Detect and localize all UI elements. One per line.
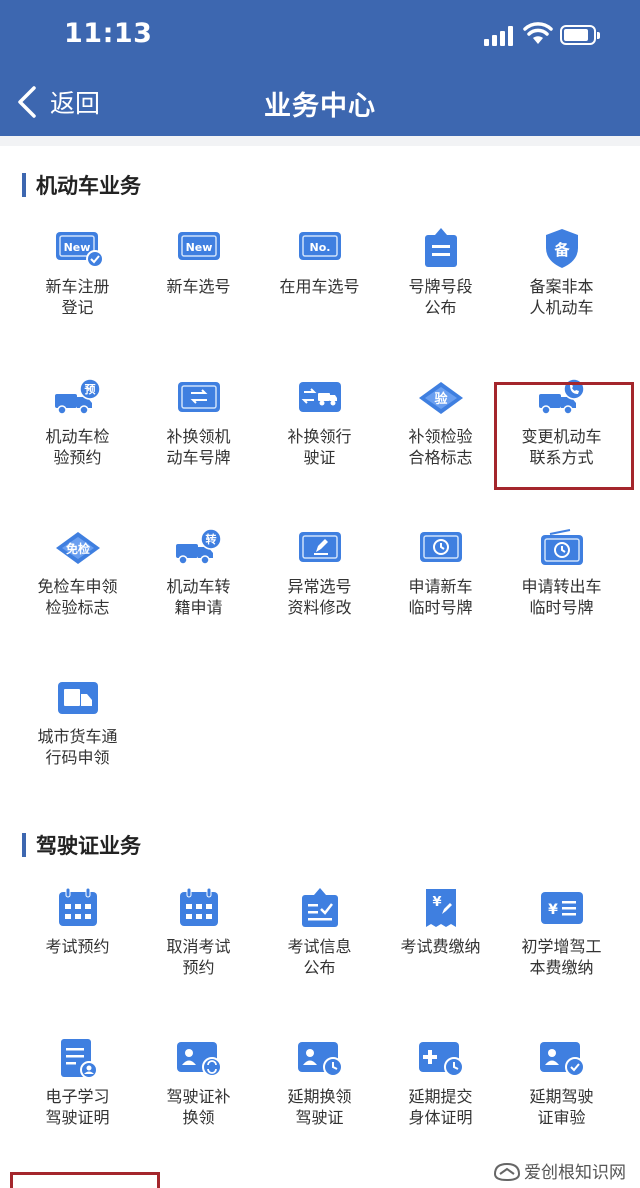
svg-text:New: New	[185, 241, 212, 254]
wifi-icon	[523, 22, 553, 44]
service-new-car-plate-selection[interactable]: New 新车选号	[138, 226, 259, 297]
truck-reservation-icon: 预	[54, 378, 101, 415]
id-card-clock-icon	[297, 1042, 343, 1077]
service-replace-vehicle-plate[interactable]: 补换领机 动车号牌	[138, 376, 259, 468]
service-exam-info-announcement[interactable]: 考试信息 公布	[259, 886, 380, 978]
service-abnormal-plate-edit[interactable]: 异常选号 资料修改	[259, 526, 380, 618]
watermark: 爱创根知识网	[493, 1158, 626, 1183]
highlight-box	[494, 382, 634, 490]
service-plate-segment-announcement[interactable]: 号牌号段 公布	[380, 226, 501, 318]
calendar-cancel-icon	[179, 887, 218, 926]
service-new-car-registration[interactable]: New 新车注册 登记	[17, 226, 138, 318]
svg-text:New: New	[63, 241, 90, 254]
medical-clock-icon	[418, 1042, 464, 1077]
watermark-logo-icon	[493, 1162, 521, 1181]
service-vehicle-transfer[interactable]: 转 机动车转 籍申请	[138, 526, 259, 618]
section-title-vehicle: 机动车业务	[22, 170, 141, 200]
service-e-learning-certificate[interactable]: 电子学习 驾驶证明	[17, 1036, 138, 1128]
svg-text:预: 预	[84, 382, 95, 396]
section-title-license: 驾驶证业务	[22, 830, 141, 860]
service-delay-license-review[interactable]: 延期驾驶 证审验	[501, 1036, 622, 1128]
divider	[0, 136, 640, 146]
service-delay-license-renewal[interactable]: 延期换领 驾驶证	[259, 1036, 380, 1128]
plate-exchange-icon	[177, 382, 220, 412]
announcement-board-icon	[424, 228, 457, 267]
service-learner-fee-payment[interactable]: ¥ 初学增驾工 本费缴纳	[501, 886, 622, 978]
new-plate-icon: New	[177, 232, 220, 260]
new-plate-check-icon: New	[55, 232, 104, 268]
service-exempt-vehicle-mark[interactable]: 免检 免检车申领 检验标志	[17, 526, 138, 618]
exempt-badge-icon: 免检	[55, 532, 100, 564]
plate-edit-icon	[298, 532, 341, 562]
service-replace-driving-license[interactable]: 补换领行 驶证	[259, 376, 380, 468]
cargo-truck-icon	[57, 682, 98, 714]
document-user-icon	[60, 1039, 98, 1079]
service-new-car-temp-plate[interactable]: 申请新车 临时号牌	[380, 526, 501, 618]
service-transfer-out-temp-plate[interactable]: 申请转出车 临时号牌	[501, 526, 622, 618]
header-bar: 11:13 返回 业务中心	[0, 0, 640, 136]
svg-text:免检: 免检	[65, 541, 89, 556]
service-vehicle-inspection-reservation[interactable]: 预 机动车检 验预约	[17, 376, 138, 468]
service-replace-driver-license[interactable]: 驾驶证补 换领	[138, 1036, 259, 1128]
service-record-non-owner-vehicle[interactable]: 备 备案非本 人机动车	[501, 226, 622, 318]
radio-plate-clock-icon	[540, 529, 583, 565]
id-card-exchange-icon	[176, 1042, 222, 1077]
fee-receipt-icon: ¥	[425, 889, 456, 927]
cellular-signal-icon	[484, 26, 514, 46]
battery-icon	[560, 25, 600, 45]
highlight-box-partial	[10, 1172, 160, 1188]
svg-text:¥: ¥	[548, 902, 558, 918]
calendar-icon	[58, 887, 97, 926]
svg-text:备: 备	[553, 241, 570, 259]
temp-plate-clock-icon	[419, 532, 462, 562]
service-delay-medical-certificate[interactable]: 延期提交 身体证明	[380, 1036, 501, 1128]
svg-text:No.: No.	[309, 241, 330, 254]
service-city-truck-pass[interactable]: 城市货车通 行码申领	[17, 676, 138, 768]
number-plate-icon: No.	[298, 232, 341, 260]
service-cancel-exam-reservation[interactable]: 取消考试 预约	[138, 886, 259, 978]
status-time: 11:13	[64, 18, 153, 49]
record-shield-icon: 备	[545, 229, 578, 268]
service-exam-reservation[interactable]: 考试预约	[17, 886, 138, 957]
service-exam-fee-payment[interactable]: ¥ 考试费缴纳	[380, 886, 501, 957]
truck-transfer-icon: 转	[175, 528, 222, 565]
svg-text:验: 验	[434, 391, 448, 407]
service-used-car-plate-selection[interactable]: No. 在用车选号	[259, 226, 380, 297]
service-replace-inspection-mark[interactable]: 验 补领检验 合格标志	[380, 376, 501, 468]
fee-card-icon: ¥	[540, 892, 583, 924]
license-exchange-icon	[298, 382, 341, 412]
page-title: 业务中心	[264, 91, 376, 122]
id-card-check-icon	[539, 1042, 585, 1077]
svg-text:转: 转	[205, 532, 216, 546]
inspection-badge-icon: 验	[418, 382, 463, 414]
svg-text:¥: ¥	[432, 895, 441, 910]
info-board-icon	[301, 888, 338, 927]
